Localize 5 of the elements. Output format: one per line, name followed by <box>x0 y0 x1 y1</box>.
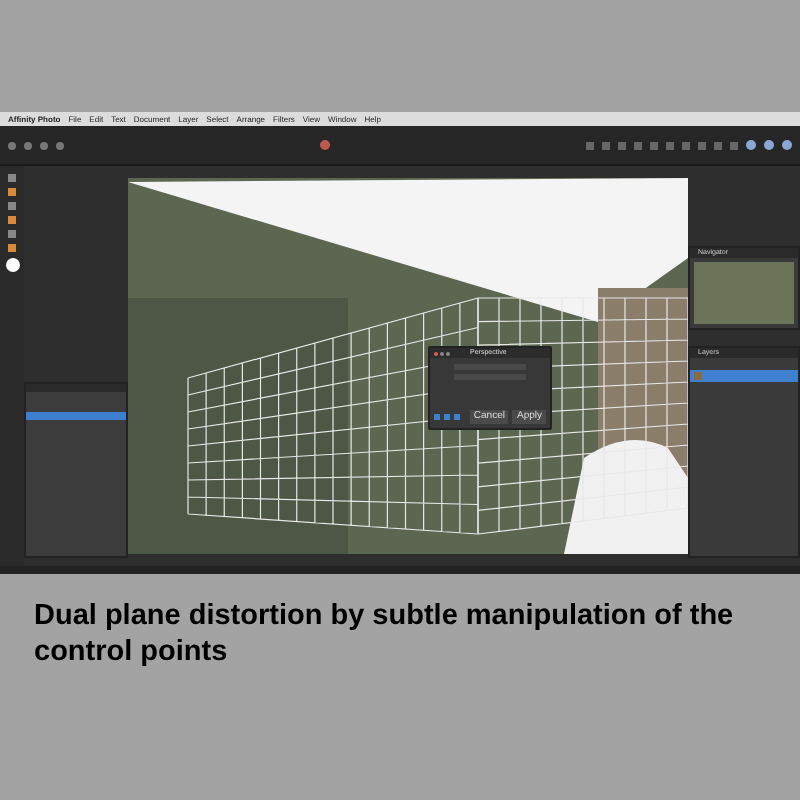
caption: Dual plane distortion by subtle manipulation of the control points <box>32 598 736 670</box>
color-swatch-icon[interactable] <box>5 258 19 272</box>
layer-thumbnail <box>694 372 702 380</box>
toolbar-icon[interactable] <box>320 140 330 150</box>
navigator-thumbnail <box>694 262 794 324</box>
